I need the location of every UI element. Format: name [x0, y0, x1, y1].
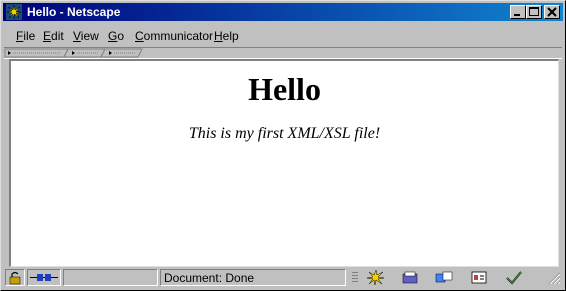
menu-edit-label: dit	[51, 29, 64, 43]
composer-icon[interactable]	[469, 269, 489, 286]
page-subtitle: This is my first XML/XSL file!	[188, 125, 381, 142]
menu-file-label: ile	[23, 29, 36, 43]
window-title: Hello - Netscape	[27, 5, 121, 19]
menu-view-accel: V	[73, 29, 81, 43]
status-message: Document: Done	[164, 271, 255, 285]
menu-communicator-accel: C	[135, 29, 144, 43]
menu-view-label: iew	[80, 29, 99, 43]
page-viewport[interactable]: Hello This is my first XML/XSL file!	[9, 59, 559, 267]
maximize-button[interactable]	[526, 5, 542, 19]
resize-grip-icon[interactable]	[545, 269, 561, 286]
close-icon	[547, 7, 557, 17]
menu-file[interactable]: File	[16, 29, 35, 43]
close-button[interactable]	[544, 5, 560, 19]
menu-view[interactable]: View	[73, 29, 99, 43]
security-indicator[interactable]	[5, 269, 25, 286]
collapsed-toolbars[interactable]	[4, 47, 562, 59]
menu-go-label: o	[117, 29, 125, 43]
grip-icon	[352, 272, 358, 282]
maximize-icon	[529, 7, 539, 16]
toolbar-tab-personal[interactable]	[100, 48, 143, 58]
menu-communicator[interactable]: Communicator	[135, 29, 213, 43]
menu-edit-accel: E	[43, 29, 52, 43]
menu-bar: File Edit View Go Communicator Help	[3, 25, 563, 45]
status-bar: Document: Done	[3, 268, 563, 288]
browser-window: Hello - Netscape File Edit View Go Commu…	[0, 0, 566, 291]
navigator-icon[interactable]	[366, 269, 386, 286]
checkmark-icon[interactable]	[504, 269, 524, 286]
minimize-button[interactable]	[510, 5, 526, 19]
netscape-logo-icon	[6, 4, 22, 20]
discussion-icon[interactable]	[434, 269, 454, 286]
mailbox-icon[interactable]	[400, 269, 420, 286]
menu-help[interactable]: Help	[214, 29, 239, 43]
minimize-icon	[514, 14, 520, 16]
toolbar-tab-location[interactable]	[63, 48, 106, 58]
connection-indicator[interactable]	[27, 269, 61, 286]
menu-go-accel: G	[108, 29, 118, 43]
page-heading: Hello	[248, 71, 321, 107]
connection-icon	[30, 274, 58, 281]
menu-go[interactable]: Go	[108, 29, 124, 43]
title-bar[interactable]: Hello - Netscape	[3, 3, 563, 21]
lock-icon	[9, 271, 21, 285]
menu-communicator-label: ommunicator	[143, 29, 214, 43]
menu-help-accel: H	[214, 29, 223, 43]
toolbar-tab-navigation[interactable]	[4, 48, 69, 58]
progress-bar	[63, 269, 158, 286]
menu-help-label: elp	[222, 29, 239, 43]
status-message-panel: Document: Done	[160, 269, 346, 286]
menu-edit[interactable]: Edit	[43, 29, 64, 43]
